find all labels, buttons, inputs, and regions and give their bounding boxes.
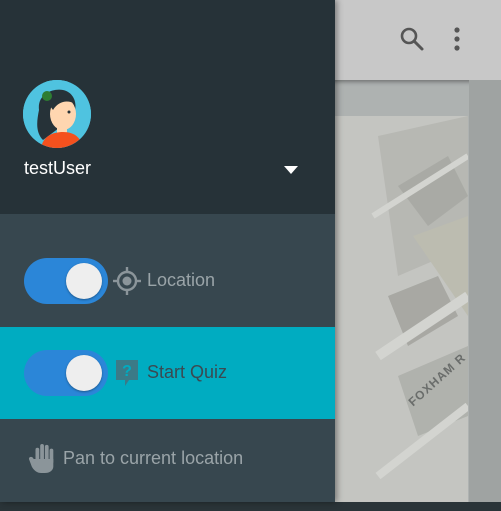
navigation-drawer: testUser Location ? Start Quiz Pan to cu…	[0, 0, 335, 502]
toggle-knob	[66, 263, 102, 299]
location-label: Location	[147, 270, 216, 290]
start-quiz-label: Start Quiz	[147, 362, 228, 382]
menu-item-location[interactable]: Location	[0, 235, 335, 327]
more-options-icon[interactable]	[440, 22, 474, 56]
hand-pan-icon	[28, 443, 58, 473]
gps-target-icon	[112, 266, 142, 296]
username: testUser	[24, 158, 92, 178]
account-dropdown-icon[interactable]	[280, 160, 302, 180]
map-edge	[469, 80, 501, 502]
menu-item-pan-to-location[interactable]: Pan to current location	[0, 419, 335, 511]
svg-text:?: ?	[122, 363, 132, 380]
quiz-question-icon: ?	[112, 358, 142, 388]
search-icon[interactable]	[395, 22, 429, 56]
drawer-header: testUser	[0, 0, 335, 214]
pan-to-location-label: Pan to current location	[63, 448, 244, 468]
toggle-knob	[66, 355, 102, 391]
location-toggle[interactable]	[24, 258, 108, 304]
menu-item-start-quiz[interactable]: ? Start Quiz	[0, 327, 335, 419]
avatar[interactable]	[23, 80, 91, 148]
start-quiz-toggle[interactable]	[24, 350, 108, 396]
